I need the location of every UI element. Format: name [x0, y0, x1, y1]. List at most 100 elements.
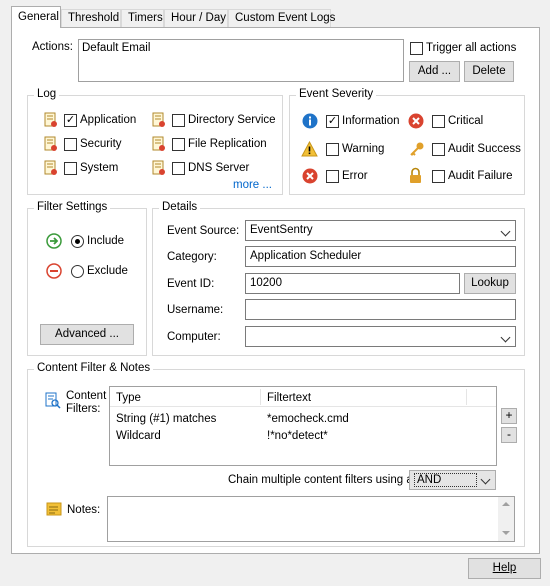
chevron-down-icon [480, 474, 491, 485]
notes-icon [46, 502, 62, 516]
add-filter-button[interactable]: + [501, 408, 517, 424]
details-title: Details [159, 201, 201, 213]
notes-label: Notes: [67, 504, 101, 516]
tab-label: General [18, 11, 59, 23]
log-security-checkbox[interactable] [64, 138, 77, 151]
content-filters-label-1: Content [66, 390, 107, 402]
critical-icon [408, 113, 424, 129]
computer-label: Computer: [167, 331, 221, 343]
notes-scrollbar[interactable] [498, 497, 514, 541]
lock-icon [410, 167, 421, 183]
column-divider [466, 389, 467, 405]
chevron-down-icon [500, 226, 511, 237]
severity-information-checkbox[interactable]: ✓ [326, 115, 339, 128]
severity-critical-checkbox[interactable] [432, 115, 445, 128]
general-panel: Actions: Default Email Trigger all actio… [11, 27, 540, 554]
severity-audit-failure-label: Audit Failure [448, 170, 513, 182]
content-filters-table[interactable]: Type Filtertext String (#1) matches *emo… [109, 386, 497, 466]
lookup-button[interactable]: Lookup [464, 273, 516, 294]
tab-custom-event-logs[interactable]: Custom Event Logs [228, 9, 335, 27]
chevron-down-icon [500, 332, 511, 343]
event-log-icon [152, 112, 165, 127]
more-logs-link[interactable]: more ... [233, 179, 272, 191]
advanced-button[interactable]: Advanced ... [40, 324, 134, 345]
content-filter-icon [45, 392, 61, 409]
include-label: Include [87, 235, 125, 247]
event-log-icon [44, 112, 57, 127]
log-directory-service-label: Directory Service [188, 114, 276, 126]
column-header-type[interactable]: Type [116, 392, 141, 404]
log-title: Log [34, 88, 60, 100]
error-icon [302, 168, 318, 184]
event-source-value: EventSentry [250, 224, 313, 236]
include-arrow-icon [46, 233, 62, 249]
filter-settings-title: Filter Settings [34, 201, 111, 213]
event-log-icon [44, 160, 57, 175]
table-row[interactable]: Wildcard !*no*detect* [110, 428, 496, 445]
notes-field[interactable] [107, 496, 515, 542]
include-radio[interactable] [71, 235, 84, 248]
tab-label: Threshold [68, 12, 120, 24]
exclude-radio[interactable] [71, 265, 84, 278]
severity-information-label: Information [342, 115, 400, 127]
remove-filter-button[interactable]: - [501, 427, 517, 443]
log-application-label: Application [80, 114, 137, 126]
trigger-all-checkbox[interactable] [410, 42, 423, 55]
severity-warning-label: Warning [342, 143, 385, 155]
warning-icon [301, 141, 318, 157]
log-system-checkbox[interactable] [64, 162, 77, 175]
key-icon [410, 142, 424, 156]
severity-audit-failure-checkbox[interactable] [432, 170, 445, 183]
tab-threshold[interactable]: Threshold [61, 9, 121, 27]
column-divider [260, 389, 261, 405]
event-source-label: Event Source: [167, 225, 240, 237]
exclude-label: Exclude [87, 265, 128, 277]
log-file-replication-label: File Replication [188, 138, 267, 150]
severity-critical-label: Critical [448, 115, 484, 127]
chain-operator-dropdown[interactable]: AND [409, 470, 496, 490]
tab-label: Custom Event Logs [235, 12, 336, 24]
cell-type: String (#1) matches [116, 413, 217, 425]
computer-dropdown[interactable] [245, 326, 516, 347]
chain-filters-label: Chain multiple content filters using a [228, 474, 413, 486]
username-label: Username: [167, 304, 224, 316]
log-dns-server-checkbox[interactable] [172, 162, 185, 175]
scroll-down-icon[interactable] [502, 531, 510, 535]
event-log-icon [152, 136, 165, 151]
category-field[interactable]: Application Scheduler [245, 246, 516, 267]
chain-operator-value: AND [414, 473, 477, 487]
event-log-icon [44, 136, 57, 151]
tab-hour-day[interactable]: Hour / Day [164, 9, 228, 27]
tab-general[interactable]: General [11, 6, 61, 28]
log-dns-server-label: DNS Server [188, 162, 250, 174]
add-action-button[interactable]: Add ... [409, 61, 460, 82]
content-filters-label-2: Filters: [66, 403, 101, 415]
content-filter-title: Content Filter & Notes [34, 362, 154, 374]
log-security-label: Security [80, 138, 122, 150]
list-item[interactable]: Default Email [82, 42, 400, 54]
event-log-icon [152, 160, 165, 175]
column-header-filtertext[interactable]: Filtertext [267, 392, 311, 404]
help-button[interactable]: Help [468, 558, 541, 579]
tab-timers[interactable]: Timers [121, 9, 164, 27]
actions-list[interactable]: Default Email [78, 39, 404, 82]
category-label: Category: [167, 251, 217, 263]
severity-warning-checkbox[interactable] [326, 143, 339, 156]
severity-audit-success-checkbox[interactable] [432, 143, 445, 156]
actions-label: Actions: [32, 41, 73, 53]
log-directory-service-checkbox[interactable] [172, 114, 185, 127]
info-icon [302, 113, 318, 129]
tab-label: Hour / Day [171, 12, 226, 24]
table-row[interactable]: String (#1) matches *emocheck.cmd [110, 411, 496, 428]
event-severity-title: Event Severity [296, 88, 377, 100]
event-id-field[interactable]: 10200 [245, 273, 460, 294]
scroll-up-icon[interactable] [502, 502, 510, 506]
event-source-dropdown[interactable]: EventSentry [245, 220, 516, 241]
cell-filtertext: *emocheck.cmd [267, 413, 349, 425]
username-field[interactable] [245, 299, 516, 320]
tab-label: Timers [128, 12, 163, 24]
log-file-replication-checkbox[interactable] [172, 138, 185, 151]
log-application-checkbox[interactable]: ✓ [64, 114, 77, 127]
delete-action-button[interactable]: Delete [464, 61, 514, 82]
severity-error-checkbox[interactable] [326, 170, 339, 183]
